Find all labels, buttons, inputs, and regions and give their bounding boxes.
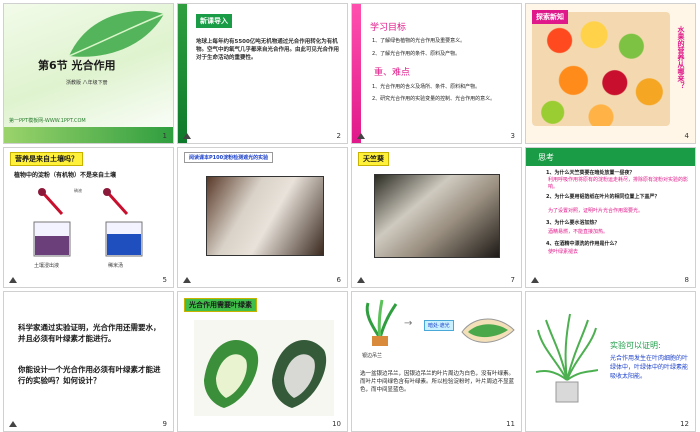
lab-photo (206, 176, 324, 256)
section-tag: 天竺葵 (358, 152, 389, 166)
slide-question: 植物中的淀粉（有机物）不是来自土壤 (14, 172, 117, 179)
slide-number: 5 (162, 276, 167, 284)
slide-marker-icon (183, 133, 191, 139)
variegated-leaf-image (194, 320, 334, 416)
side-bar (352, 4, 361, 143)
plant-label: 银边吊兰 (362, 353, 383, 359)
slide-number: 11 (506, 420, 515, 428)
section-tag: 新课导入 (196, 14, 232, 28)
answer-1: 利用呼吸作用将原有的淀粉运走耗尽，排除原有淀粉对实验的影响。 (548, 177, 689, 190)
goal-item-1: 1、了解绿色植物的光合作用及重要意义。 (372, 38, 466, 44)
section-heading: 重、难点 (374, 68, 411, 78)
slide-body: 科学家通过实验证明，光合作用还需要水，并且必须有叶绿素才能进行。 (18, 323, 161, 343)
slide-number: 7 (510, 276, 515, 284)
vertical-caption: 水果的营养从哪来？ (677, 26, 685, 89)
slide-thumbnail-5[interactable]: 营养是来自土壤吗？ 植物中的淀粉（有机物）不是来自土壤 碘液 土壤浸出液 稀米汤… (3, 147, 174, 288)
slide-number: 6 (336, 276, 341, 284)
slide-number: 3 (510, 132, 515, 140)
lab-photo (374, 174, 500, 258)
experiment-illustration (33, 188, 143, 257)
section-tag: 实验可以证明: (610, 341, 661, 350)
section-tag: 探索新知 (532, 10, 568, 24)
slide-thumbnail-6[interactable]: 阅读课本P100淀粉检测遮光的实验 6 (177, 147, 348, 288)
plant-illustration (365, 299, 398, 346)
slide-body-2: 你能设计一个光合作用必须有叶绿素才能进行的实验吗？如何设计？ (18, 365, 161, 385)
section-tag: 阅读课本P100淀粉检测遮光的实验 (184, 152, 274, 163)
process-box: 暗处·遮光 (424, 320, 454, 331)
slide-sorter-grid: 第6节 光合作用 浙教版 八年级下册 第一PPT模板网-WWW.1PPT.COM… (0, 0, 700, 432)
slide-thumbnail-1[interactable]: 第6节 光合作用 浙教版 八年级下册 第一PPT模板网-WWW.1PPT.COM… (3, 3, 174, 144)
slide-thumbnail-10[interactable]: 光合作用需要叶绿素 10 (177, 291, 348, 432)
slide-thumbnail-12[interactable]: 实验可以证明: 光合作用发生在叶肉细胞的叶绿体中，叶绿体中的叶绿素能吸收太阳能。… (525, 291, 696, 432)
leaf-diagram (461, 318, 515, 343)
reagent-label: 碘液 (74, 188, 82, 193)
slide-title: 学习目标 (370, 23, 407, 33)
section-tag: 光合作用需要叶绿素 (184, 298, 257, 312)
slide-thumbnail-2[interactable]: 新课导入 地球上每年约有5500亿吨无机物通过光合作用转化为有机物。空气中的氧气… (177, 3, 348, 144)
slide-marker-icon (357, 277, 365, 283)
slide-number: 9 (162, 420, 167, 428)
slide-number: 1 (162, 132, 167, 140)
slide-marker-icon (9, 277, 17, 283)
slide-footer: 第一PPT模板网-WWW.1PPT.COM (9, 118, 86, 124)
slide-title: 思考 (538, 153, 554, 162)
slide-marker-icon (183, 277, 191, 283)
left-beaker-label: 土壤浸出液 (34, 263, 60, 269)
slide-number: 10 (332, 420, 341, 428)
answer-3: 酒精易燃，不能直接加热。 (548, 229, 609, 235)
slide-thumbnail-11[interactable]: 银边吊兰 → 暗处·遮光 选一盆银边吊兰，因银边吊兰的叶片周边为白色，没有叶绿素… (351, 291, 522, 432)
fruit-image (532, 12, 670, 126)
question-4: 4、在酒精中漂洗的作用是什么？ (546, 241, 620, 247)
footer-band (4, 127, 173, 143)
slide-subtitle: 浙教版 八年级下册 (66, 80, 108, 86)
answer-2: 为了设置对照，证明叶片光合作用需要光。 (548, 208, 644, 214)
slide-thumbnail-8[interactable]: 思考 1、为什么天竺葵要在暗处放置一昼夜？ 利用呼吸作用将原有的淀粉运走耗尽，排… (525, 147, 696, 288)
slide-thumbnail-9[interactable]: 科学家通过实验证明，光合作用还需要水，并且必须有叶绿素才能进行。 你能设计一个光… (3, 291, 174, 432)
slide-number: 2 (336, 132, 341, 140)
slide-title: 第6节 光合作用 (38, 59, 116, 72)
slide-marker-icon (9, 421, 17, 427)
slide-marker-icon (357, 133, 365, 139)
slide-number: 4 (684, 132, 689, 140)
slide-marker-icon (531, 277, 539, 283)
key-item-1: 1、光合作用的含义及场所、条件、原料和产物。 (372, 84, 481, 90)
slide-thumbnail-7[interactable]: 天竺葵 7 (351, 147, 522, 288)
slide-thumbnail-3[interactable]: 学习目标 1、了解绿色植物的光合作用及重要意义。 2、了解光合作用的条件、原料及… (351, 3, 522, 144)
answer-4: 使叶绿素褪去 (548, 249, 579, 255)
slide-thumbnail-4[interactable]: 探索新知 水果的营养从哪来？ 4 (525, 3, 696, 144)
goal-item-2: 2、了解光合作用的条件、原料及产物。 (372, 51, 461, 57)
slide-body: 光合作用发生在叶肉细胞的叶绿体中，叶绿体中的叶绿素能吸收太阳能。 (610, 355, 689, 380)
question-3: 3、为什么要水浴加热？ (546, 220, 600, 226)
right-beaker-label: 稀米汤 (108, 263, 124, 269)
key-item-2: 2、研究光合作用的实验变量的控制、光合作用的意义。 (372, 96, 496, 102)
question-1: 1、为什么天竺葵要在暗处放置一昼夜？ (546, 170, 635, 176)
side-bar (178, 4, 187, 143)
section-tag: 营养是来自土壤吗？ (10, 152, 83, 166)
slide-body: 选一盆银边吊兰，因银边吊兰的叶片周边为白色，没有叶绿素。而叶片中间绿色含有叶绿素… (360, 371, 515, 393)
question-2: 2、为什么要用铝箔纸在叶片的相同位置上下盖严？ (546, 194, 660, 200)
slide-body: 地球上每年约有5500亿吨无机物通过光合作用转化为有机物。空气中的氧气几乎都来自… (196, 39, 340, 61)
slide-number: 12 (680, 420, 689, 428)
spider-plant-image (536, 313, 598, 403)
arrow-icon: → (404, 318, 413, 329)
slide-number: 8 (684, 276, 689, 284)
